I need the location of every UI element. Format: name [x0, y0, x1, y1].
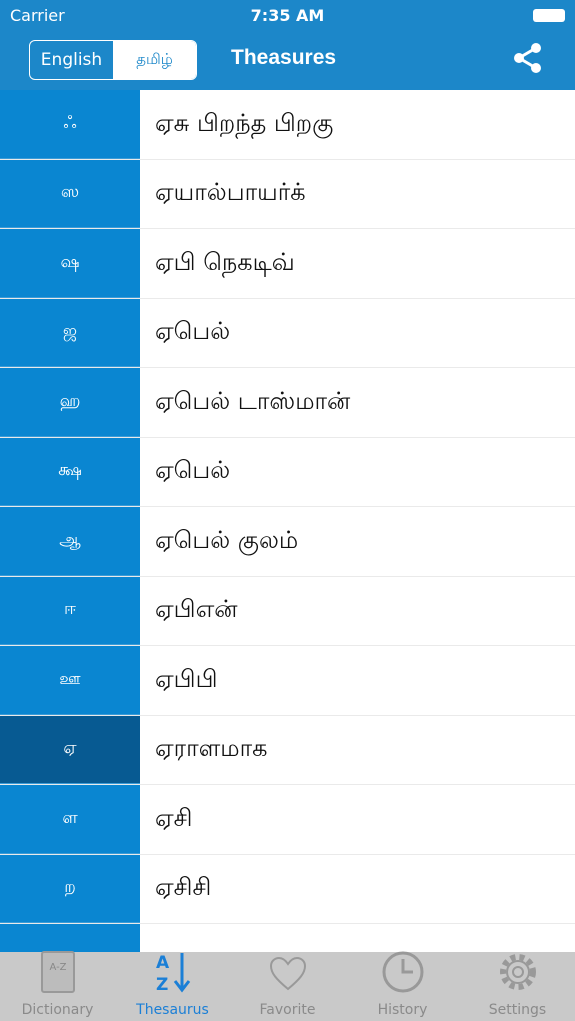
word-label[interactable]: ஏபி நெகடிவ் [140, 229, 575, 298]
word-label[interactable]: ஏயால்பாயர்க் [140, 160, 575, 229]
list-item[interactable]: ஃ ஏசு பிறந்த பிறகு [0, 90, 575, 160]
language-toggle[interactable]: English தமிழ் [29, 40, 197, 80]
index-letter[interactable]: ஜ [0, 298, 140, 367]
tab-favorite[interactable]: Favorite [230, 952, 345, 1021]
lang-tamil-button[interactable]: தமிழ் [113, 41, 196, 79]
list-item[interactable]: ஷ ஏபி நெகடிவ் [0, 229, 575, 299]
index-letter[interactable]: ற [0, 854, 140, 923]
tab-history[interactable]: History [345, 950, 460, 1021]
share-icon[interactable] [512, 42, 544, 74]
tab-thesaurus[interactable]: A Z Thesaurus [115, 952, 230, 1021]
index-letter[interactable]: ள [0, 785, 140, 854]
index-letter[interactable]: ஷ [0, 229, 140, 298]
heart-icon [268, 954, 308, 1002]
word-label[interactable]: ஏபிபி [140, 646, 575, 715]
status-bar: Carrier 7:35 AM [0, 0, 575, 30]
word-list: ஃ ஏசு பிறந்த பிறகு ஸ ஏயால்பாயர்க் ஷ ஏபி நெகடி… [0, 90, 575, 994]
battery-icon [533, 9, 565, 22]
word-label[interactable]: ஏபெல் டாஸ்மான் [140, 368, 575, 437]
tab-label: Settings [488, 1002, 547, 1018]
svg-text:A: A [156, 953, 170, 973]
list-item[interactable]: ஹ ஏபெல் டாஸ்மான் [0, 368, 575, 438]
tab-bar: A-Z Dictionary A Z Thesaurus Favorite History S… [0, 950, 575, 1021]
word-label[interactable]: ஏபிஎன் [140, 577, 575, 646]
lang-english-button[interactable]: English [30, 41, 113, 79]
word-label[interactable]: ஏபெல் [140, 438, 575, 507]
word-label[interactable]: ஏசி [140, 785, 575, 854]
clock: 7:35 AM [250, 6, 325, 25]
book-icon: A-Z [39, 950, 77, 1002]
tab-dictionary[interactable]: A-Z Dictionary [0, 950, 115, 1021]
index-letter[interactable]: ஈ [0, 576, 140, 645]
list-item[interactable]: ள ஏசி [0, 785, 575, 855]
word-label[interactable]: ஏபெல் குலம் [140, 507, 575, 576]
page-title: Theasures [231, 46, 337, 69]
word-label[interactable]: ஏராளமாக [140, 716, 575, 785]
index-letter[interactable]: ஃ [0, 90, 140, 159]
tab-label: History [377, 1002, 428, 1018]
az-sort-icon: AZ [153, 950, 193, 1002]
list-item[interactable]: ஸ ஏயால்பாயர்க் [0, 159, 575, 229]
list-item[interactable]: ஏ ஏராளமாக [0, 715, 575, 785]
svg-text:A-Z: A-Z [49, 962, 66, 973]
index-letter[interactable]: க்ஷ [0, 437, 140, 506]
list-item[interactable]: ற ஏசிசி [0, 854, 575, 924]
word-label[interactable]: ஏபெல் [140, 299, 575, 368]
index-letter[interactable]: ஊ [0, 646, 140, 715]
list-item[interactable]: ஆ ஏபெல் குலம் [0, 507, 575, 577]
word-label[interactable]: ஏசிசி [140, 855, 575, 924]
nav-header: Carrier 7:35 AM English தமிழ் Theasures [0, 0, 575, 90]
list-item[interactable]: க்ஷ ஏபெல் [0, 437, 575, 507]
index-letter[interactable]: ஆ [0, 507, 140, 576]
gear-icon [496, 950, 540, 1002]
clock-icon [381, 950, 425, 1002]
tab-label: Favorite [259, 1002, 316, 1018]
list-item[interactable]: ஈ ஏபிஎன் [0, 576, 575, 646]
tab-settings[interactable]: Settings [460, 952, 575, 1021]
index-letter[interactable]: ஸ [0, 159, 140, 228]
tab-label: Thesaurus [136, 1002, 209, 1018]
svg-text:Z: Z [156, 975, 168, 994]
index-letter[interactable]: ஏ [0, 715, 140, 784]
index-letter[interactable]: ஹ [0, 368, 140, 437]
word-label[interactable]: ஏசு பிறந்த பிறகு [140, 90, 575, 159]
list-item[interactable]: ஜ ஏபெல் [0, 298, 575, 368]
tab-label: Dictionary [21, 1002, 94, 1018]
list-item[interactable]: ஊ ஏபிபி [0, 646, 575, 716]
